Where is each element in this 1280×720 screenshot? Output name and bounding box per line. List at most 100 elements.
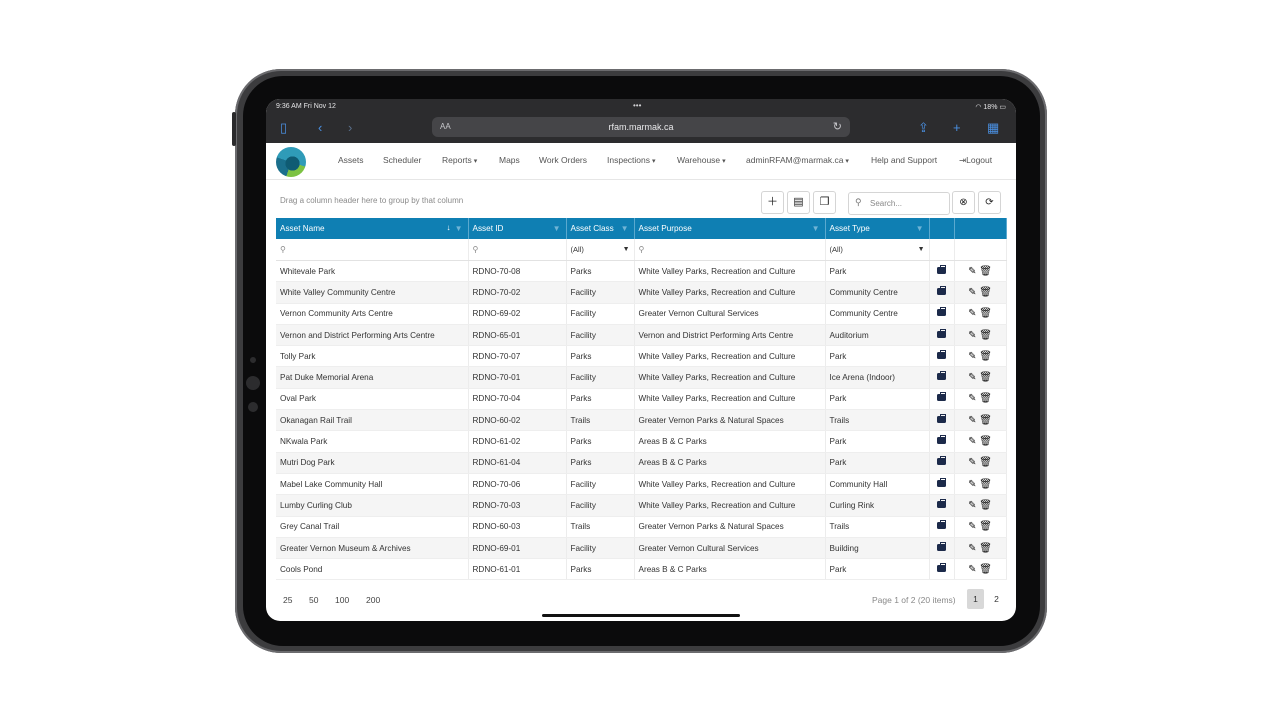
table-row[interactable]: Okanagan Rail Trail RDNO-60-02 Trails Great… (276, 409, 1007, 432)
table-row[interactable]: White Valley Community Centre RDNO-70-02 F… (276, 281, 1007, 304)
page-1-button[interactable]: 1 (967, 589, 984, 609)
filter-asset-id[interactable]: ⚲ (468, 239, 567, 261)
nav-scheduler[interactable]: Scheduler (383, 155, 421, 165)
page-size-25[interactable]: 25 (283, 595, 292, 605)
trash-icon[interactable]: 🗑 (976, 479, 992, 490)
nav-warehouse[interactable]: Warehouse (677, 155, 726, 165)
trash-icon[interactable]: 🗑 (976, 330, 992, 341)
table-row[interactable]: Lumby Curling Club RDNO-70-03 Facility Whit… (276, 494, 1007, 517)
briefcase-icon[interactable] (937, 349, 946, 359)
briefcase-icon[interactable] (937, 328, 946, 338)
sidebar-icon[interactable]: ▯ (280, 121, 287, 135)
page-size-50[interactable]: 50 (309, 595, 318, 605)
cell-asset-type: Curling Rink (825, 494, 930, 517)
table-row[interactable]: Grey Canal Trail RDNO-60-03 Trails Greater … (276, 516, 1007, 538)
briefcase-icon[interactable] (937, 307, 946, 317)
filter-asset-name[interactable]: ⚲ (276, 239, 469, 261)
reload-icon[interactable]: ↻ (833, 120, 842, 133)
trash-icon[interactable]: 🗑 (976, 287, 992, 298)
col-asset-id[interactable]: Asset ID ▼ (468, 218, 567, 239)
trash-icon[interactable]: 🗑 (976, 521, 992, 532)
row-action-cell: ✎ 🗑 (954, 494, 1007, 517)
briefcase-icon[interactable] (937, 435, 946, 445)
filter-icon[interactable]: ▼ (553, 224, 561, 233)
app-logo[interactable] (276, 147, 306, 177)
filter-asset-class[interactable]: (All) ▼ (566, 239, 635, 261)
briefcase-icon[interactable] (937, 541, 946, 551)
trash-icon[interactable]: 🗑 (976, 543, 992, 554)
share-icon[interactable]: ⇪ (918, 121, 929, 135)
trash-icon[interactable]: 🗑 (976, 308, 992, 319)
table-row[interactable]: Greater Vernon Museum & Archives RDNO-69-… (276, 537, 1007, 560)
table-row[interactable]: NKwala Park RDNO-61-02 Parks Areas B & C Pa… (276, 430, 1007, 453)
table-row[interactable]: Pat Duke Memorial Arena RDNO-70-01 Facilit… (276, 366, 1007, 389)
trash-icon[interactable]: 🗑 (976, 351, 992, 362)
col-asset-class[interactable]: Asset Class ▼ (566, 218, 635, 239)
page-size-100[interactable]: 100 (335, 595, 349, 605)
filter-icon[interactable]: ▼ (916, 224, 924, 233)
nav-help[interactable]: Help and Support (871, 155, 937, 165)
col-asset-purpose[interactable]: Asset Purpose ▼ (634, 218, 826, 239)
cell-asset-name: Oval Park (276, 388, 469, 411)
col-asset-name[interactable]: Asset Name ↓ ▼ (276, 218, 469, 239)
briefcase-icon[interactable] (937, 456, 946, 466)
nav-reports[interactable]: Reports (442, 155, 477, 165)
briefcase-icon[interactable] (937, 285, 946, 295)
grid-search-input[interactable]: ⚲ Search... (848, 192, 950, 215)
page-size-200[interactable]: 200 (366, 595, 380, 605)
briefcase-icon[interactable] (937, 392, 946, 402)
address-bar[interactable]: AA rfam.marmak.ca ↻ (432, 117, 850, 137)
trash-icon[interactable]: 🗑 (976, 564, 992, 575)
trash-icon[interactable]: 🗑 (976, 266, 992, 277)
new-tab-icon[interactable]: + (953, 121, 961, 135)
multitask-dots-icon[interactable]: ••• (633, 101, 641, 110)
refresh-button[interactable]: ⟳ (978, 191, 1001, 214)
page-2-button[interactable]: 2 (988, 589, 1005, 609)
forward-icon[interactable]: › (348, 121, 352, 135)
briefcase-icon[interactable] (937, 477, 946, 487)
table-row[interactable]: Mutri Dog Park RDNO-61-04 Parks Areas B & C… (276, 452, 1007, 474)
back-icon[interactable]: ‹ (318, 121, 322, 135)
table-row[interactable]: Tolly Park RDNO-70-07 Parks White Valley Pa… (276, 345, 1007, 368)
filter-icon[interactable]: ▼ (455, 224, 463, 233)
browser-toolbar: ▯ ‹ › AA rfam.marmak.ca ↻ ⇪ + ▦ (266, 115, 1016, 143)
briefcase-icon[interactable] (937, 520, 946, 530)
nav-maps[interactable]: Maps (499, 155, 520, 165)
trash-icon[interactable]: 🗑 (976, 415, 992, 426)
nav-inspections[interactable]: Inspections (607, 155, 655, 165)
export-pdf-button[interactable]: ▤ (787, 191, 810, 214)
briefcase-icon[interactable] (937, 498, 946, 508)
filter-icon[interactable]: ▼ (812, 224, 820, 233)
group-panel-hint[interactable]: Drag a column header here to group by th… (280, 196, 463, 205)
col-asset-type[interactable]: Asset Type ▼ (825, 218, 930, 239)
briefcase-icon[interactable] (937, 413, 946, 423)
trash-icon[interactable]: 🗑 (976, 393, 992, 404)
table-row[interactable]: Cools Pond RDNO-61-01 Parks Areas B & C Par… (276, 558, 1007, 581)
filter-asset-type[interactable]: (All) ▼ (825, 239, 930, 261)
trash-icon[interactable]: 🗑 (976, 500, 992, 511)
nav-work-orders[interactable]: Work Orders (539, 155, 587, 165)
tabs-overview-icon[interactable]: ▦ (987, 121, 999, 135)
table-row[interactable]: Whitevale Park RDNO-70-08 Parks White Valle… (276, 260, 1007, 283)
add-asset-button[interactable]: ＋ (761, 191, 784, 214)
table-row[interactable]: Oval Park RDNO-70-04 Parks White Valley Par… (276, 388, 1007, 411)
table-row[interactable]: Vernon and District Performing Arts Cent… (276, 324, 1007, 347)
filter-asset-purpose[interactable]: ⚲ (634, 239, 826, 261)
trash-icon[interactable]: 🗑 (976, 457, 992, 468)
battery-level: 18% (983, 104, 998, 111)
table-row[interactable]: Vernon Community Arts Centre RDNO-69-02 Fa… (276, 303, 1007, 325)
trash-icon[interactable]: 🗑 (976, 372, 992, 383)
nav-user-menu[interactable]: adminRFAM@marmak.ca (746, 155, 849, 165)
briefcase-icon[interactable] (937, 562, 946, 572)
table-row[interactable]: Mabel Lake Community Hall RDNO-70-06 Facil… (276, 473, 1007, 496)
nav-assets[interactable]: Assets (338, 155, 364, 165)
briefcase-icon[interactable] (937, 264, 946, 274)
clear-search-button[interactable]: ⊗ (952, 191, 975, 214)
filter-empty (954, 239, 1007, 261)
briefcase-icon[interactable] (937, 371, 946, 381)
trash-icon[interactable]: 🗑 (976, 436, 992, 447)
nav-logout[interactable]: ⇥Logout (959, 155, 992, 166)
copy-button[interactable]: ❐ (813, 191, 836, 214)
battery-indicator: ◠ 18% ▭ (975, 103, 1006, 111)
filter-icon[interactable]: ▼ (621, 224, 629, 233)
